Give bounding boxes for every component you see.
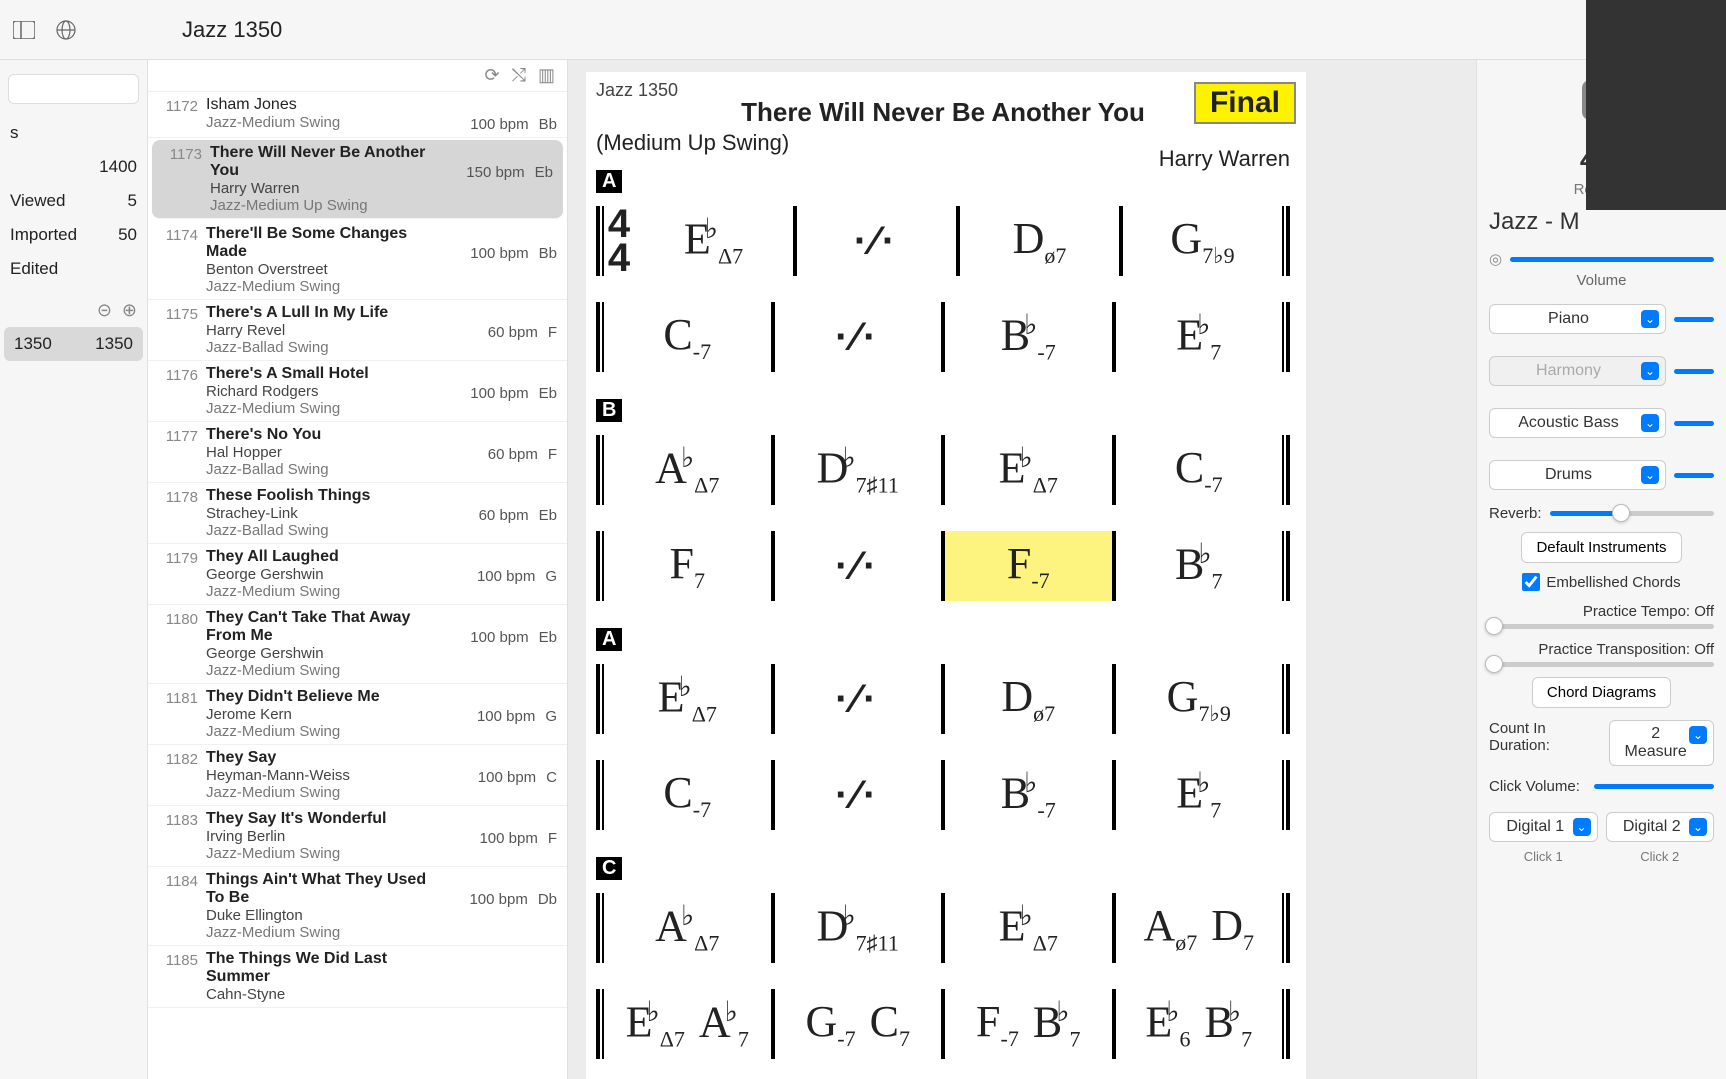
countin-select[interactable]: 2 Measure⌄ <box>1609 720 1714 766</box>
measure[interactable]: Aø7D7 <box>1116 893 1283 963</box>
instrument-volume-slider[interactable] <box>1674 421 1714 426</box>
search-input[interactable] <box>8 74 139 104</box>
song-row[interactable]: 1179They All LaughedGeorge GershwinJazz-… <box>148 544 567 605</box>
song-row[interactable]: 1181They Didn't Believe MeJerome KernJaz… <box>148 684 567 745</box>
chart-system[interactable]: E♭Δ7·⁄·Dø7G7♭9 <box>596 651 1290 747</box>
song-row[interactable]: 1175There's A Lull In My LifeHarry Revel… <box>148 300 567 361</box>
default-instruments-button[interactable]: Default Instruments <box>1521 532 1681 563</box>
instrument-select[interactable]: Drums⌄ <box>1489 460 1666 490</box>
measure[interactable]: C-7 <box>604 302 771 372</box>
airplay-icon[interactable]: ◎ <box>1489 250 1502 268</box>
measure[interactable]: F-7 <box>945 531 1112 601</box>
chart-system[interactable]: 44E♭Δ7·⁄·Dø7G7♭9 <box>596 193 1290 289</box>
chart-title: There Will Never Be Another You <box>596 97 1290 128</box>
song-row[interactable]: 1184Things Ain't What They Used To BeDuk… <box>148 867 567 946</box>
measure[interactable]: ·⁄· <box>775 664 942 734</box>
measure[interactable]: E♭Δ7A♭7 <box>604 989 771 1059</box>
globe-icon[interactable] <box>52 16 80 44</box>
song-row[interactable]: 1178These Foolish ThingsStrachey-LinkJaz… <box>148 483 567 544</box>
measure[interactable]: ·⁄· <box>775 302 942 372</box>
measure[interactable]: ·⁄· <box>797 206 956 276</box>
sort-icon[interactable]: ⟳ <box>484 65 499 86</box>
measure[interactable]: E♭Δ7 <box>634 206 793 276</box>
sidebar-row[interactable]: Imported50 <box>0 218 147 252</box>
measure[interactable]: D♭7♯11 <box>775 435 942 505</box>
song-row[interactable]: 1177There's No YouHal HopperJazz-Ballad … <box>148 422 567 483</box>
section-marker: B <box>596 399 622 422</box>
chord-diagrams-button[interactable]: Chord Diagrams <box>1532 677 1671 708</box>
song-row[interactable]: 1185The Things We Did Last SummerCahn-St… <box>148 946 567 1008</box>
instrument-select[interactable]: Acoustic Bass⌄ <box>1489 408 1666 438</box>
song-row[interactable]: 1183They Say It's WonderfulIrving Berlin… <box>148 806 567 867</box>
click-select[interactable]: Digital 1⌄ <box>1489 812 1598 842</box>
sidebar-row[interactable]: Viewed5 <box>0 184 147 218</box>
badge-final: Final <box>1194 82 1296 124</box>
song-row[interactable]: 1180They Can't Take That Away From MeGeo… <box>148 605 567 684</box>
measure[interactable]: Dø7 <box>960 206 1119 276</box>
song-row[interactable]: 1176There's A Small HotelRichard Rodgers… <box>148 361 567 422</box>
song-row[interactable]: 1182They SayHeyman-Mann-WeissJazz-Medium… <box>148 745 567 806</box>
measure[interactable]: B♭7 <box>1116 531 1283 601</box>
style-name[interactable]: Jazz - M <box>1489 208 1714 236</box>
instrument-select[interactable]: Piano⌄ <box>1489 304 1666 334</box>
measure[interactable]: C-7 <box>1116 435 1283 505</box>
measure[interactable]: A♭Δ7 <box>604 893 771 963</box>
song-row[interactable]: 1174There'll Be Some Changes MadeBenton … <box>148 221 567 300</box>
measure[interactable]: ·⁄· <box>775 760 942 830</box>
measure[interactable]: E♭Δ7 <box>945 893 1112 963</box>
section-marker: A <box>596 170 622 193</box>
measure[interactable]: B♭-7 <box>945 760 1112 830</box>
section-marker: C <box>596 857 622 880</box>
chart-system[interactable]: E♭Δ7A♭7G-7C7F-7B♭7E♭6B♭7 <box>596 976 1290 1072</box>
measure[interactable]: G-7C7 <box>775 989 942 1059</box>
chart-system[interactable]: C-7·⁄·B♭-7E♭7 <box>596 747 1290 843</box>
volume-slider[interactable] <box>1510 257 1714 262</box>
lead-sheet[interactable]: Jazz 1350 There Will Never Be Another Yo… <box>586 72 1306 1079</box>
measure[interactable]: E♭Δ7 <box>945 435 1112 505</box>
sidebar-toggle-icon[interactable] <box>10 16 38 44</box>
measure[interactable]: E♭7 <box>1116 760 1283 830</box>
measure[interactable]: E♭7 <box>1116 302 1283 372</box>
measure[interactable]: C-7 <box>604 760 771 830</box>
practice-transposition-slider[interactable] <box>1489 662 1714 667</box>
measure[interactable]: G7♭9 <box>1123 206 1282 276</box>
sidebar-row[interactable]: s <box>0 116 147 150</box>
measure[interactable]: D♭7♯11 <box>775 893 942 963</box>
collection-row[interactable]: 1350 1350 <box>4 327 143 361</box>
measure[interactable]: E♭Δ7 <box>604 664 771 734</box>
measure[interactable]: F-7B♭7 <box>945 989 1112 1059</box>
measure[interactable]: G7♭9 <box>1116 664 1283 734</box>
practice-tempo-slider[interactable] <box>1489 624 1714 629</box>
sidebar-row[interactable]: 1400 <box>0 150 147 184</box>
click-select[interactable]: Digital 2⌄ <box>1606 812 1715 842</box>
song-row[interactable]: 1173There Will Never Be Another YouHarry… <box>152 140 563 219</box>
section-marker: A <box>596 628 622 651</box>
page-title: Jazz 1350 <box>182 17 282 43</box>
chart-system[interactable]: F7·⁄·F-7B♭7 <box>596 518 1290 614</box>
song-row[interactable]: 1172Isham JonesJazz-Medium Swing 100 bpm… <box>148 92 567 138</box>
filter-icon[interactable]: ⊝ <box>97 300 112 321</box>
columns-icon[interactable]: ▥ <box>538 65 555 86</box>
measure[interactable]: A♭Δ7 <box>604 435 771 505</box>
reverb-slider[interactable] <box>1550 511 1714 516</box>
chart-system[interactable]: C-7·⁄·B♭-7E♭7 <box>596 289 1290 385</box>
instrument-select[interactable]: Harmony⌄ <box>1489 356 1666 386</box>
embellished-checkbox[interactable] <box>1522 573 1540 591</box>
instrument-volume-slider[interactable] <box>1674 473 1714 478</box>
sidebar-row[interactable]: Edited <box>0 252 147 286</box>
click-volume-slider[interactable] <box>1594 784 1714 789</box>
measure[interactable]: F7 <box>604 531 771 601</box>
instrument-volume-slider[interactable] <box>1674 369 1714 374</box>
chart-system[interactable]: A♭Δ7D♭7♯11E♭Δ7C-7 <box>596 422 1290 518</box>
webcam-overlay <box>1586 0 1726 210</box>
instrument-volume-slider[interactable] <box>1674 317 1714 322</box>
measure[interactable]: E♭6B♭7 <box>1116 989 1283 1059</box>
measure[interactable]: B♭-7 <box>945 302 1112 372</box>
measure[interactable]: Dø7 <box>945 664 1112 734</box>
chart-system[interactable]: A♭Δ7D♭7♯11E♭Δ7Aø7D7 <box>596 880 1290 976</box>
shuffle-icon[interactable]: ⤭ <box>512 65 526 86</box>
measure[interactable]: ·⁄· <box>775 531 942 601</box>
add-icon[interactable]: ⊕ <box>122 300 137 321</box>
